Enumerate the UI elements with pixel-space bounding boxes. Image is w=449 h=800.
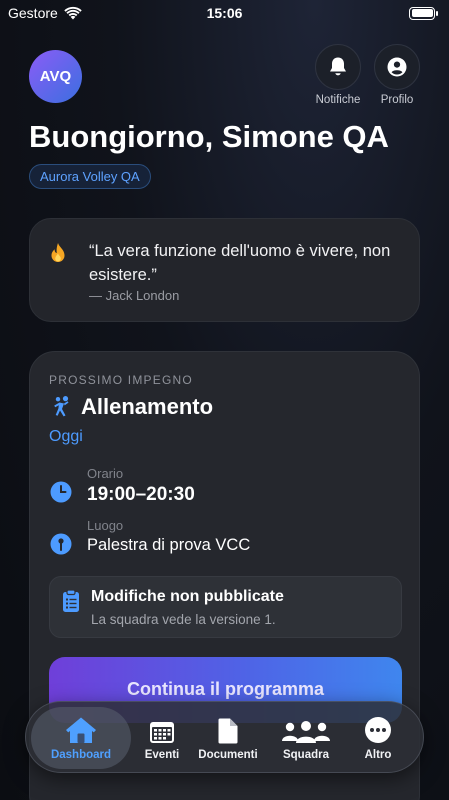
calendar-icon — [150, 721, 174, 743]
tab-squadra-label: Squadra — [282, 748, 329, 761]
event-date: Oggi — [49, 428, 83, 445]
tab-altro[interactable]: Altro — [348, 707, 408, 769]
time-value: 19:00–20:30 — [87, 484, 195, 505]
flame-icon — [51, 243, 65, 262]
unpublished-subtitle: La squadra vede la versione 1. — [91, 612, 276, 627]
dashboard-screen: Gestore 15:06 AVQ Notifiche Profilo Buon… — [0, 0, 449, 800]
notifications-action[interactable]: Notifiche — [315, 44, 361, 106]
time-label: Orario — [87, 466, 124, 481]
profile-button[interactable] — [374, 44, 420, 90]
next-event-kicker: PROSSIMO IMPEGNO — [49, 373, 193, 387]
status-time: 15:06 — [206, 5, 243, 21]
tab-squadra[interactable]: Squadra — [270, 707, 342, 769]
greeting-title: Buongiorno, Simone QA — [29, 119, 389, 154]
unpublished-title: Modifiche non pubblicate — [91, 588, 284, 605]
clipboard-icon — [63, 589, 79, 612]
tab-dashboard-label: Dashboard — [50, 748, 112, 761]
tab-documenti[interactable]: Documenti — [192, 707, 264, 769]
notifications-button[interactable] — [315, 44, 361, 90]
volleyball-player-icon — [54, 396, 69, 417]
event-time-row: Orario 19:00–20:30 — [49, 466, 195, 509]
house-icon — [66, 717, 96, 743]
status-bar: Gestore 15:06 — [0, 0, 449, 26]
quote-author: — Jack London — [89, 288, 180, 303]
unpublished-changes-notice[interactable]: Modifiche non pubblicate La squadra vede… — [49, 576, 402, 638]
bell-icon — [330, 57, 346, 76]
document-icon — [218, 718, 238, 743]
quote-card: “La vera funzione dell'uomo è vivere, no… — [29, 218, 420, 322]
event-title: Allenamento — [81, 394, 214, 419]
more-icon — [365, 716, 391, 743]
avatar-initials: AVQ — [39, 68, 72, 85]
pin-icon — [50, 533, 72, 555]
tab-dashboard[interactable]: Dashboard — [31, 707, 131, 769]
profile-label: Profilo — [380, 94, 414, 106]
tab-documenti-label: Documenti — [198, 748, 258, 761]
event-place-row: Luogo Palestra di prova VCC — [49, 518, 250, 561]
notifications-label: Notifiche — [315, 94, 361, 106]
tab-eventi[interactable]: Eventi — [132, 707, 192, 769]
place-value: Palestra di prova VCC — [87, 536, 251, 554]
carrier-name: Gestore — [8, 5, 58, 21]
team-badge[interactable]: Aurora Volley QA — [29, 164, 151, 189]
profile-action[interactable]: Profilo — [374, 44, 420, 106]
tab-bar: Dashboard Eventi Documenti Squadra Altro — [25, 701, 424, 773]
wifi-icon — [64, 6, 82, 20]
team-avatar[interactable]: AVQ — [29, 50, 82, 103]
clock-icon — [50, 481, 72, 503]
battery-icon — [409, 6, 438, 20]
tab-eventi-label: Eventi — [144, 748, 180, 761]
person-circle-icon — [387, 57, 407, 77]
tab-altro-label: Altro — [364, 748, 392, 761]
people-icon — [282, 720, 330, 743]
place-label: Luogo — [87, 518, 124, 533]
quote-text: “La vera funzione dell'uomo è vivere, no… — [89, 242, 391, 284]
